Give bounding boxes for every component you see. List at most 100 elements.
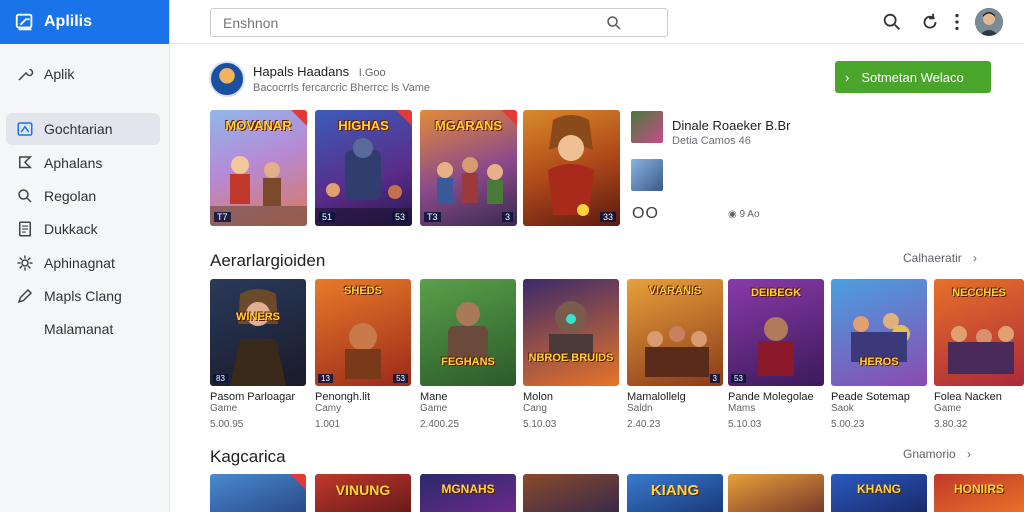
ribbon-badge [396, 110, 412, 126]
app-card[interactable]: VIARANIS 3 Mamalollelg Saldn 2.40.23 [627, 279, 723, 430]
app-card[interactable]: DEIBEGK 53 Pande Molegolae Mams 5.10.03 [728, 279, 824, 430]
app-card-name: Folea Nacken [934, 391, 1002, 403]
avatar[interactable] [975, 8, 1003, 36]
app-card[interactable] [523, 474, 619, 512]
gear-icon [17, 255, 33, 271]
search-box[interactable] [210, 8, 668, 37]
app-card-name: Mamalollelg [627, 391, 686, 403]
app-card-logo: HONIIRS [953, 482, 1004, 496]
app-card[interactable]: WINERS 83 Pasom Parloagar Game 5.00.95 [210, 279, 306, 430]
search-input[interactable] [223, 14, 603, 31]
search-icon[interactable] [605, 14, 623, 32]
app-card-badge: 83 [213, 374, 228, 383]
app-name[interactable]: Dinale Roaeker B.Br [672, 118, 791, 133]
sidebar-item-aphalans[interactable]: Aphalans [6, 147, 160, 179]
app-card-art: FEGHANS [420, 279, 516, 386]
sidebar: Aplilis Aplik Gochtarian Aphalans Regola… [0, 0, 170, 512]
app-card-logo: NBROE BRUIDS [528, 351, 614, 364]
refresh-icon[interactable] [919, 11, 941, 33]
featured-thumb[interactable]: HIGHAS 51 53 [315, 110, 412, 226]
app-card-logo: DEIBEGK [750, 287, 802, 299]
app-card-logo: WINERS [236, 311, 280, 324]
app-card-logo: KIANG [650, 482, 700, 499]
app-thumbnail[interactable] [631, 159, 663, 191]
sidebar-item-regolan[interactable]: Regolan [6, 180, 160, 212]
section-title: Aerarlargioiden [210, 251, 326, 270]
see-all-label: Calhaeratir [903, 251, 962, 265]
sidebar-item-label: Malamanat [44, 321, 114, 337]
app-card-art: NBROE BRUIDS [523, 279, 619, 386]
featured-thumb[interactable]: MGARANS T3 3 [420, 110, 517, 226]
app-card-size: 1.001 [315, 419, 341, 430]
chevron-right-icon: › [967, 447, 972, 461]
app-card-logo: SHEDS [344, 285, 382, 297]
game-art-icon [548, 115, 594, 216]
sidebar-item-mapls-clang[interactable]: Mapls Clang [6, 280, 160, 312]
see-all-link[interactable]: Gnamorio › [903, 447, 971, 461]
chevron-right-icon: › [845, 69, 850, 85]
app-card-size: 5.10.03 [523, 419, 557, 430]
search-icon [18, 189, 32, 203]
thumb-tag: T3 [424, 212, 441, 222]
install-button-label: Sotmetan Welaco [861, 69, 964, 85]
developer-title[interactable]: Hapals Haadans I.Goo [253, 64, 386, 79]
document-icon [19, 221, 31, 237]
rating: OO [632, 205, 659, 222]
install-button[interactable]: › Sotmetan Welaco [835, 61, 991, 93]
sidebar-item-gochtarian[interactable]: Gochtarian [6, 113, 160, 145]
app-card[interactable]: NBROE BRUIDS Molon Cang 5.10.03 [523, 279, 619, 430]
sidebar-item-label: Mapls Clang [44, 288, 122, 304]
app-card[interactable]: VINUNG [315, 474, 411, 512]
app-card-art: VIARANIS 3 [627, 279, 723, 386]
app-card-logo: VINUNG [335, 482, 391, 498]
developer-name: Hapals Haadans [253, 64, 350, 79]
app-card-size: 5.10.03 [728, 419, 762, 430]
game-art-icon [851, 313, 910, 362]
flag-icon [19, 156, 33, 169]
thumb-tag: 51 [319, 212, 336, 222]
app-card-art: SHEDS 13 53 [315, 279, 411, 386]
more-vert-icon[interactable] [946, 11, 968, 33]
game-art-icon [210, 156, 307, 226]
app-card-size: 2.40.23 [627, 419, 661, 430]
see-all-link[interactable]: Calhaeratir › [903, 251, 977, 265]
sidebar-item-malamanat[interactable]: Malamanat [6, 313, 160, 345]
thumb-tag: 3 [501, 212, 513, 222]
sidebar-item-aplik[interactable]: Aplik [6, 58, 160, 90]
app-card[interactable] [728, 474, 824, 512]
search-icon[interactable] [881, 11, 903, 33]
app-card-logo: VIARANIS [648, 285, 702, 297]
featured-thumb[interactable]: 33 [523, 110, 620, 226]
app-card[interactable]: HEROS Peade Sotemap Saok 5.00.23 [831, 279, 927, 430]
thumb-tag: 53 [391, 212, 408, 222]
app-card[interactable] [210, 474, 306, 512]
app-card-art: NECCHES [934, 279, 1024, 386]
app-card[interactable]: MGNAHS [420, 474, 516, 512]
featured-thumb[interactable]: MOVANAR T7 [210, 110, 307, 226]
app-card-badge: 53 [731, 374, 746, 383]
app-card-size: 3.80.32 [934, 419, 968, 430]
app-card[interactable]: SHEDS 13 53 Penongh.lit Camy 1.001 [315, 279, 411, 430]
app-thumbnail[interactable] [631, 111, 663, 143]
app-card-art: HEROS [831, 279, 927, 386]
sidebar-item-aphinagnat[interactable]: Aphinagnat [6, 247, 160, 279]
sidebar-item-dukkack[interactable]: Dukkack [6, 213, 160, 245]
developer-subtitle: Bacocrrls fercarcric Bherrcc ls Vame [253, 82, 431, 94]
app-card[interactable]: NECCHES Folea Nacken Game 3.80.32 [934, 279, 1024, 430]
top-bar [170, 0, 1024, 44]
app-card[interactable]: HONIIRS [934, 474, 1024, 512]
download-icon: ◉ [728, 209, 737, 220]
app-card-logo: HEROS [859, 356, 899, 369]
sidebar-item-label: Aphalans [44, 155, 103, 171]
ribbon-badge [291, 110, 307, 126]
app-card-category: Game [420, 403, 448, 414]
see-all-label: Gnamorio [903, 447, 956, 461]
app-card[interactable]: FEGHANS Mane Game 2.400.25 [420, 279, 516, 430]
app-card[interactable]: KHANG [831, 474, 927, 512]
app-card-name: Molon [523, 391, 553, 403]
profile-card-icon [17, 122, 33, 136]
developer-logo[interactable] [209, 61, 245, 97]
section-title: Kagcarica [210, 447, 286, 466]
app-card[interactable]: KIANG [627, 474, 723, 512]
brand-header[interactable]: Aplilis [0, 0, 169, 44]
